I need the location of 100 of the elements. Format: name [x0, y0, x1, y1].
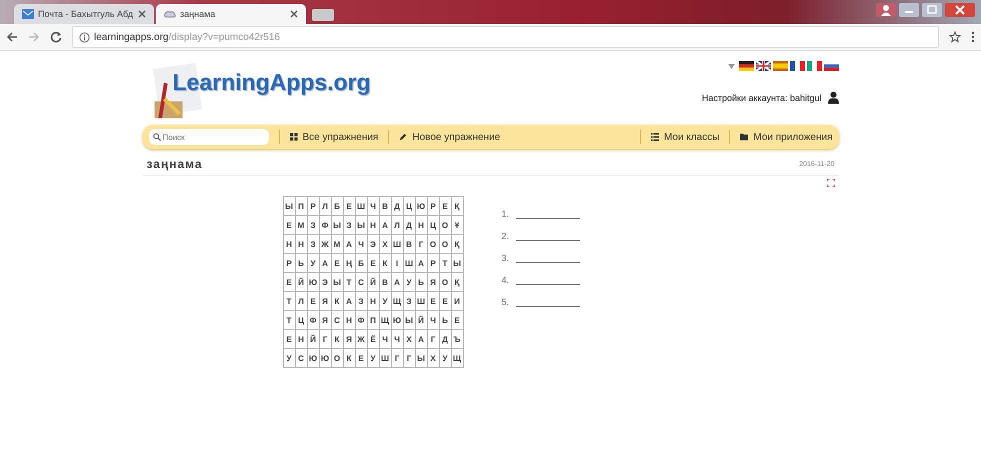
letter-cell[interactable]: Х: [403, 330, 415, 348]
letter-cell[interactable]: Б: [331, 196, 343, 216]
letter-cell[interactable]: А: [343, 292, 355, 310]
letter-cell[interactable]: Ы: [331, 216, 343, 234]
letter-cell[interactable]: Е: [331, 254, 343, 272]
letter-cell[interactable]: Е: [355, 348, 367, 368]
letter-cell[interactable]: В: [379, 196, 391, 216]
letter-cell[interactable]: Щ: [451, 348, 463, 368]
letter-cell[interactable]: В: [403, 234, 415, 254]
letter-cell[interactable]: Е: [367, 254, 379, 272]
letter-cell[interactable]: Ч: [427, 310, 439, 330]
letter-cell[interactable]: Ю: [319, 348, 331, 368]
letter-cell[interactable]: А: [379, 216, 391, 234]
letter-cell[interactable]: А: [319, 254, 331, 272]
letter-cell[interactable]: Ш: [355, 196, 367, 216]
letter-cell[interactable]: А: [343, 234, 355, 254]
letter-cell[interactable]: И: [451, 292, 463, 310]
letter-cell[interactable]: І: [391, 254, 403, 272]
address-bar[interactable]: learningapps.org/display?v=pumco42r516: [72, 26, 939, 48]
letter-cell[interactable]: Б: [355, 254, 367, 272]
letter-cell[interactable]: А: [415, 254, 427, 272]
letter-cell[interactable]: У: [283, 348, 295, 368]
letter-cell[interactable]: Н: [283, 234, 295, 254]
letter-cell[interactable]: Е: [307, 292, 319, 310]
browser-tab[interactable]: заңнама: [156, 4, 306, 24]
letter-cell[interactable]: Л: [391, 216, 403, 234]
letter-cell[interactable]: Ж: [355, 330, 367, 348]
letter-cell[interactable]: Н: [295, 234, 307, 254]
close-icon[interactable]: [290, 10, 298, 18]
menu-icon[interactable]: [971, 31, 975, 43]
letter-cell[interactable]: Т: [439, 254, 451, 272]
letter-cell[interactable]: Е: [451, 310, 463, 330]
letter-cell[interactable]: Н: [295, 330, 307, 348]
letter-cell[interactable]: Й: [415, 310, 427, 330]
letter-cell[interactable]: Н: [343, 310, 355, 330]
letter-cell[interactable]: Г: [403, 348, 415, 368]
close-icon[interactable]: [945, 3, 975, 17]
fill-in-line[interactable]: [516, 261, 580, 263]
letter-cell[interactable]: П: [367, 310, 379, 330]
letter-cell[interactable]: Ш: [415, 292, 427, 310]
letter-cell[interactable]: У: [403, 272, 415, 292]
letter-cell[interactable]: Л: [295, 292, 307, 310]
letter-cell[interactable]: А: [391, 272, 403, 292]
letter-cell[interactable]: П: [295, 196, 307, 216]
letter-cell[interactable]: Р: [283, 254, 295, 272]
letter-cell[interactable]: С: [355, 272, 367, 292]
letter-cell[interactable]: Й: [307, 330, 319, 348]
letter-cell[interactable]: Д: [439, 330, 451, 348]
letter-cell[interactable]: Ц: [295, 310, 307, 330]
flag-icon[interactable]: [756, 61, 770, 71]
letter-cell[interactable]: Ш: [403, 254, 415, 272]
letter-cell[interactable]: Э: [367, 234, 379, 254]
letter-cell[interactable]: Ы: [355, 216, 367, 234]
letter-cell[interactable]: Г: [415, 234, 427, 254]
letter-cell[interactable]: К: [379, 254, 391, 272]
letter-cell[interactable]: Н: [367, 216, 379, 234]
letter-cell[interactable]: Г: [319, 330, 331, 348]
letter-cell[interactable]: Ұ: [451, 216, 463, 234]
letter-cell[interactable]: Х: [379, 234, 391, 254]
letter-cell[interactable]: Ь: [295, 254, 307, 272]
letter-cell[interactable]: О: [439, 272, 451, 292]
letter-cell[interactable]: Я: [427, 272, 439, 292]
reload-icon[interactable]: [50, 31, 62, 43]
letter-cell[interactable]: М: [331, 234, 343, 254]
close-icon[interactable]: [138, 10, 146, 18]
letter-cell[interactable]: Е: [283, 272, 295, 292]
letter-cell[interactable]: З: [307, 234, 319, 254]
letter-cell[interactable]: З: [307, 216, 319, 234]
fill-in-line[interactable]: [516, 239, 580, 241]
letter-cell[interactable]: З: [403, 292, 415, 310]
letter-cell[interactable]: Ч: [391, 330, 403, 348]
letter-cell[interactable]: С: [295, 348, 307, 368]
fill-in-line[interactable]: [516, 305, 580, 307]
letter-cell[interactable]: Ч: [355, 234, 367, 254]
user-icon[interactable]: [876, 3, 896, 17]
search-field[interactable]: Поиск: [148, 129, 268, 145]
letter-cell[interactable]: Ю: [415, 196, 427, 216]
letter-cell[interactable]: Э: [319, 272, 331, 292]
letter-cell[interactable]: Л: [319, 196, 331, 216]
letter-cell[interactable]: У: [379, 292, 391, 310]
letter-cell[interactable]: Ш: [379, 348, 391, 368]
letter-cell[interactable]: Ш: [391, 234, 403, 254]
letter-cell[interactable]: Ц: [427, 216, 439, 234]
flag-icon[interactable]: [790, 61, 804, 71]
letter-cell[interactable]: К: [331, 330, 343, 348]
letter-cell[interactable]: Ю: [307, 272, 319, 292]
letter-cell[interactable]: З: [343, 216, 355, 234]
letter-cell[interactable]: Щ: [391, 292, 403, 310]
letter-cell[interactable]: Д: [403, 216, 415, 234]
letter-cell[interactable]: З: [355, 292, 367, 310]
letter-cell[interactable]: Х: [427, 348, 439, 368]
letter-cell[interactable]: Ю: [307, 348, 319, 368]
letter-cell[interactable]: Н: [415, 216, 427, 234]
fill-in-line[interactable]: [516, 217, 580, 219]
letter-cell[interactable]: Я: [319, 292, 331, 310]
letter-cell[interactable]: Ъ: [451, 330, 463, 348]
person-icon[interactable]: [828, 91, 838, 104]
letter-cell[interactable]: Й: [295, 272, 307, 292]
browser-tab[interactable]: Почта - Бахытгуль Абд: [14, 4, 154, 24]
letter-cell[interactable]: Ф: [355, 310, 367, 330]
